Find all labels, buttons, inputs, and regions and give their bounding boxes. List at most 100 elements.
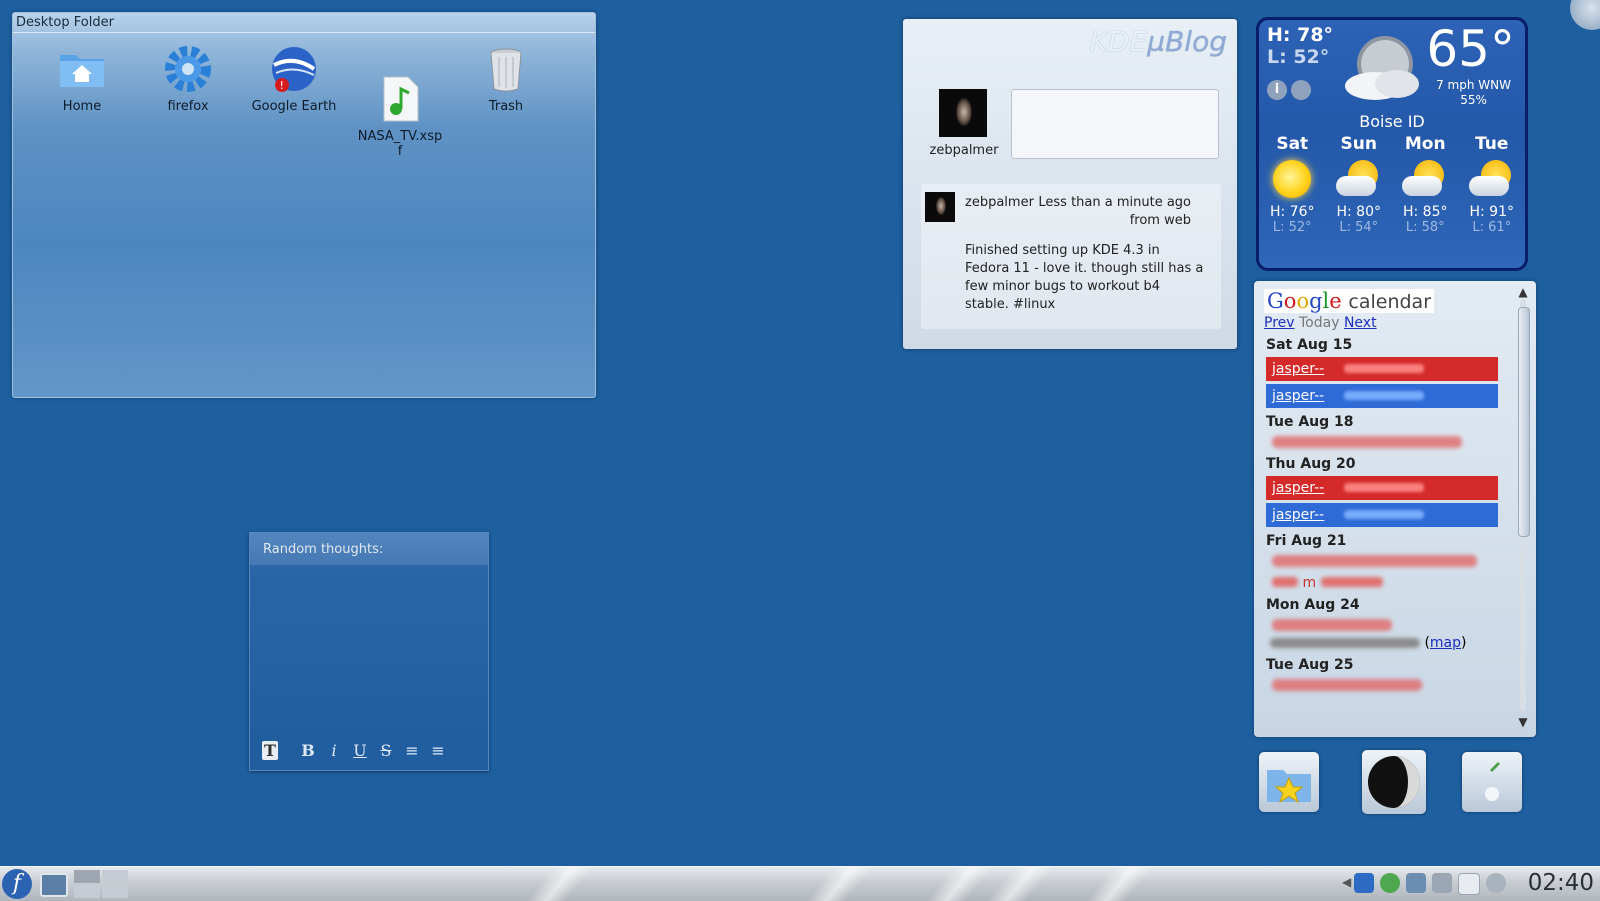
prev-link[interactable]: Prev <box>1264 315 1295 331</box>
desktop-item-label: Google Earth <box>251 99 337 114</box>
current-temperature: 65° <box>1426 20 1515 78</box>
google-calendar-logo: Google calendar <box>1264 289 1435 313</box>
favorites-folder-widget[interactable] <box>1259 752 1319 812</box>
redacted-event[interactable] <box>1272 619 1392 631</box>
redacted-event[interactable]: m <box>1272 575 1504 591</box>
redacted-event[interactable] <box>1272 436 1462 448</box>
desktop-item-nasa-tv[interactable]: NASA_TV.xsp f <box>355 43 445 174</box>
kickoff-widget[interactable] <box>1462 752 1522 812</box>
tray-expand-icon[interactable]: ◀ <box>1342 875 1351 889</box>
home-folder-icon <box>56 43 108 95</box>
forecast-day: Sat H: 76° L: 52° <box>1269 134 1315 235</box>
fedora-launcher-icon[interactable]: f <box>2 869 32 899</box>
desktop-item-trash[interactable]: Trash <box>461 43 551 114</box>
microblog-username: zebpalmer <box>929 143 999 158</box>
google-calendar-widget: Google calendar Prev Today Next Sat Aug … <box>1254 281 1536 737</box>
clipboard-icon[interactable] <box>1458 873 1480 895</box>
gear-icon <box>162 43 214 95</box>
post-user[interactable]: zebpalmer <box>965 195 1034 210</box>
taskbar: f ◀ 02:40 <box>0 866 1600 901</box>
audio-file-icon <box>374 58 426 122</box>
calendar-date: Tue Aug 25 <box>1266 657 1354 673</box>
map-link[interactable]: map <box>1430 635 1461 651</box>
desktop-folder-widget[interactable]: Desktop Folder Home firefox ! Google Ear… <box>12 12 596 398</box>
globe-icon[interactable] <box>1291 80 1311 100</box>
weather-city: Boise ID <box>1359 112 1425 131</box>
calendar-date: Mon Aug 24 <box>1266 597 1360 613</box>
bold-button[interactable]: B <box>300 741 316 760</box>
forecast-row: Sat H: 76° L: 52° Sun H: 80° L: 54° Mon … <box>1259 134 1525 235</box>
display-icon[interactable] <box>1406 873 1426 893</box>
moon-phase-widget[interactable] <box>1362 750 1426 814</box>
text-format-button[interactable]: T <box>262 741 278 760</box>
globe-icon: ! <box>268 43 320 95</box>
notes-widget[interactable]: Random thoughts: T B i U S ≡ ≡ <box>249 532 489 771</box>
notifications-icon[interactable] <box>1486 873 1506 893</box>
redacted-event[interactable] <box>1272 555 1477 567</box>
post-source: from web <box>1129 213 1191 228</box>
show-desktop-icon[interactable] <box>40 873 68 897</box>
microblog-post: zebpalmer Less than a minute ago from we… <box>921 184 1221 329</box>
calendar-date: Tue Aug 18 <box>1266 414 1354 430</box>
sun-icon <box>1273 160 1312 198</box>
moon-icon <box>1368 756 1420 808</box>
scroll-up-icon[interactable]: ▲ <box>1516 285 1530 299</box>
microblog-logo: KDEµBlog <box>1089 25 1227 58</box>
calendar-scrollbar[interactable]: ▲ ▼ <box>1516 285 1530 729</box>
info-icon[interactable]: i <box>1267 80 1287 100</box>
partly-cloudy-icon <box>1335 160 1382 198</box>
calendar-event[interactable]: jasper-- <box>1266 503 1498 527</box>
svg-text:!: ! <box>280 79 284 92</box>
partly-cloudy-icon <box>1468 160 1515 198</box>
wind-humidity: 7 mph WNW 55% <box>1436 78 1511 107</box>
network-icon[interactable] <box>1380 873 1400 893</box>
today-high-low: H: 78° L: 52° <box>1267 24 1334 68</box>
calendar-event[interactable]: jasper-- <box>1266 384 1498 408</box>
avatar <box>939 89 987 137</box>
forecast-day: Mon H: 85° L: 58° <box>1402 134 1448 235</box>
notes-toolbar: T B i U S ≡ ≡ <box>262 741 446 760</box>
calendar-date: Thu Aug 20 <box>1266 456 1356 472</box>
next-link[interactable]: Next <box>1344 315 1377 331</box>
scroll-down-icon[interactable]: ▼ <box>1516 715 1530 729</box>
strikethrough-button[interactable]: S <box>378 741 394 760</box>
status-input[interactable] <box>1011 89 1219 159</box>
star-folder-icon <box>1267 770 1311 804</box>
taskbar-clock[interactable]: 02:40 <box>1528 870 1594 896</box>
trash-icon <box>480 43 532 95</box>
desktop-item-label: Trash <box>488 99 524 114</box>
desktop-item-label: Home <box>62 99 102 114</box>
desktop-toolbox-icon[interactable] <box>1570 0 1600 30</box>
volume-icon[interactable] <box>1354 873 1374 893</box>
weather-widget: H: 78° L: 52° i 65° 7 mph WNW 55% Boise … <box>1256 17 1528 271</box>
calendar-event[interactable]: jasper-- <box>1266 476 1498 500</box>
redacted-event[interactable] <box>1272 679 1422 691</box>
calendar-event[interactable]: jasper-- <box>1266 357 1498 381</box>
microblog-widget: KDEµBlog zebpalmer zebpalmer Less than a… <box>903 19 1237 349</box>
desktop-item-google-earth[interactable]: ! Google Earth <box>249 43 339 114</box>
pager[interactable] <box>74 870 128 898</box>
desktop-item-label: firefox <box>167 99 209 114</box>
forecast-day: Tue H: 91° L: 61° <box>1468 134 1515 235</box>
system-tray <box>1354 873 1506 895</box>
calendar-date: Fri Aug 21 <box>1266 533 1347 549</box>
desktop-item-firefox[interactable]: firefox <box>143 43 233 114</box>
scroll-thumb[interactable] <box>1518 307 1530 537</box>
underline-button[interactable]: U <box>352 741 368 760</box>
forecast-day: Sun H: 80° L: 54° <box>1335 134 1382 235</box>
event-location: (map) <box>1270 635 1504 651</box>
today-link[interactable]: Today <box>1299 315 1340 331</box>
desktop-folder-title: Desktop Folder <box>13 13 595 33</box>
align-justify-button[interactable]: ≡ <box>430 741 446 760</box>
notes-title: Random thoughts: <box>250 533 488 565</box>
desktop-item-label: NASA_TV.xsp f <box>357 129 443 159</box>
desktop-item-home[interactable]: Home <box>37 43 127 114</box>
cloudy-icon <box>1341 32 1425 104</box>
italic-button[interactable]: i <box>326 741 342 760</box>
align-center-button[interactable]: ≡ <box>404 741 420 760</box>
post-avatar <box>925 192 955 222</box>
speaker-icon[interactable] <box>1432 873 1452 893</box>
post-text: Finished setting up KDE 4.3 in Fedora 11… <box>965 243 1204 312</box>
post-time: Less than a minute ago <box>1038 195 1191 210</box>
weather-buttons: i <box>1267 80 1311 100</box>
